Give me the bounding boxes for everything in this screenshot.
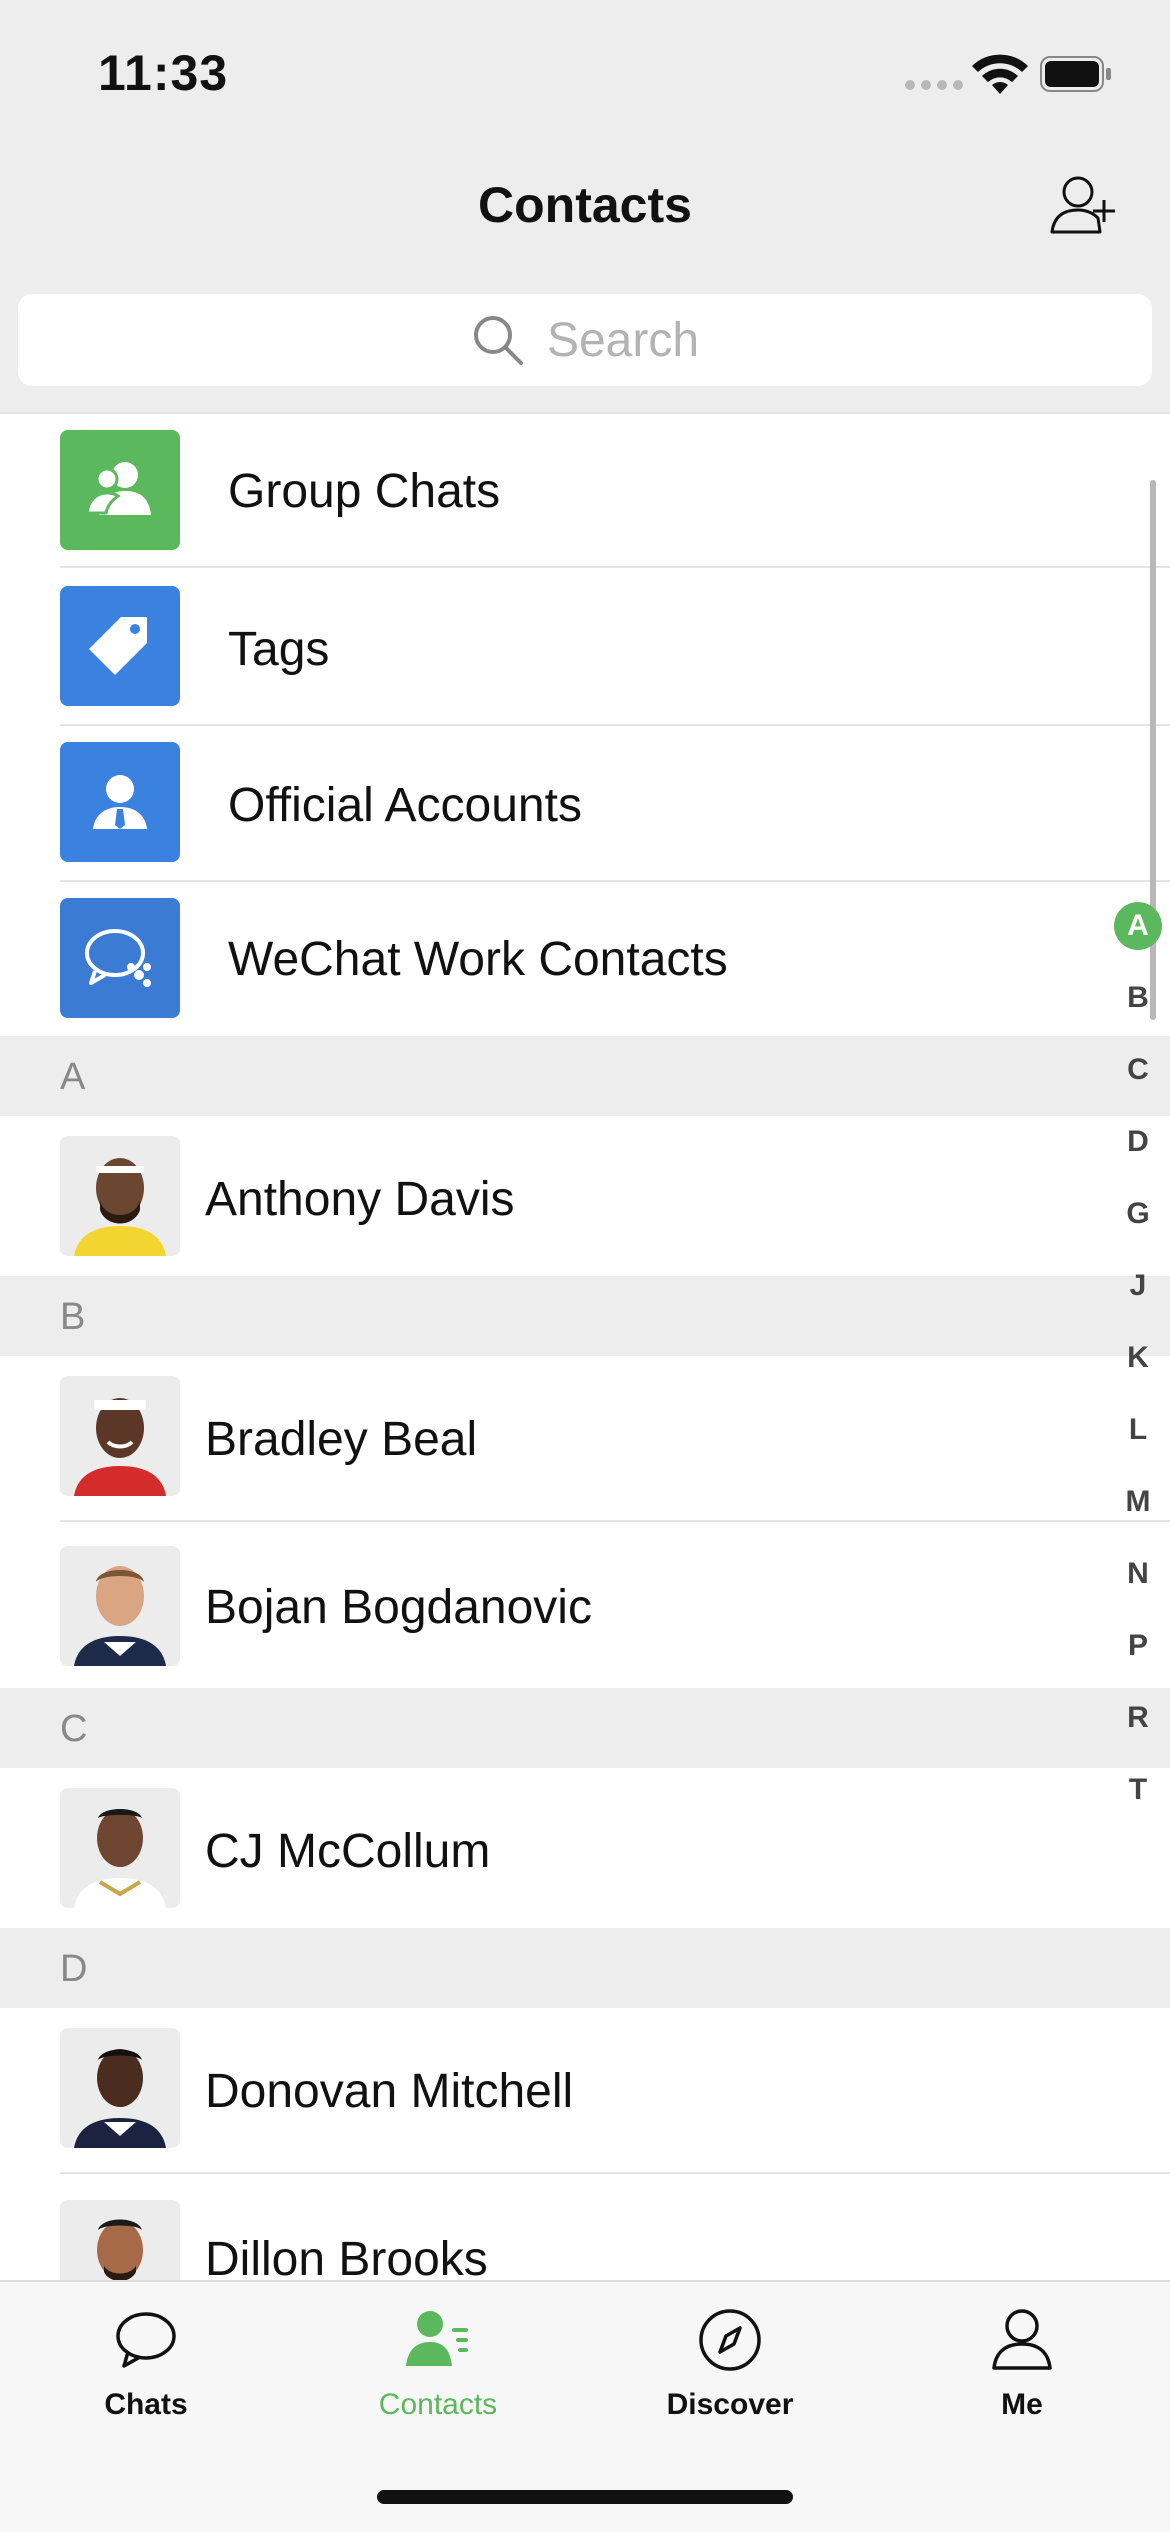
avatar <box>60 2200 180 2282</box>
index-letter-t[interactable]: T <box>1110 1754 1166 1826</box>
contact-name: CJ McCollum <box>205 1825 491 1878</box>
function-label: WeChat Work Contacts <box>228 933 728 986</box>
alphabet-index[interactable]: ABCDGJKLMNPRT <box>1110 890 1166 1826</box>
wechat-work-icon <box>60 898 180 1018</box>
avatar <box>60 2028 180 2148</box>
function-label: Official Accounts <box>228 779 582 832</box>
status-time: 11:33 <box>98 45 229 101</box>
search-icon <box>473 316 523 365</box>
tab-me[interactable]: Me <box>922 2306 1122 2422</box>
official-accounts-row[interactable]: Official Accounts <box>0 726 1170 882</box>
add-contact-icon[interactable] <box>1048 172 1120 238</box>
compass-icon <box>699 2309 761 2371</box>
tab-label: Contacts <box>378 2388 498 2421</box>
contacts-list[interactable]: Group Chats Tags Official Accounts WeCha… <box>0 412 1170 2282</box>
tab-label: Discover <box>666 2388 794 2421</box>
index-letter-n[interactable]: N <box>1110 1538 1166 1610</box>
contact-name: Dillon Brooks <box>205 2233 488 2282</box>
index-letter-l[interactable]: L <box>1110 1394 1166 1466</box>
index-letter-r[interactable]: R <box>1110 1682 1166 1754</box>
contact-name: Anthony Davis <box>205 1173 515 1226</box>
contact-name: Donovan Mitchell <box>205 2065 574 2118</box>
index-letter-active: A <box>1114 902 1162 950</box>
avatar <box>60 1788 180 1908</box>
index-letter-k[interactable]: K <box>1110 1322 1166 1394</box>
person-icon <box>992 2309 1052 2370</box>
page-title: Contacts <box>478 177 692 233</box>
contacts-icon <box>406 2311 468 2366</box>
tab-contacts[interactable]: Contacts <box>338 2306 538 2422</box>
contact-row[interactable]: CJ McCollum <box>0 1768 1170 1928</box>
divider <box>60 566 1170 568</box>
search-placeholder: Search <box>546 313 700 367</box>
contact-name: Bojan Bogdanovic <box>205 1581 592 1634</box>
index-letter-j[interactable]: J <box>1110 1250 1166 1322</box>
index-letter-m[interactable]: M <box>1110 1466 1166 1538</box>
search-input[interactable]: Search <box>18 294 1152 386</box>
section-header-d: D <box>0 1928 1170 2008</box>
group-chats-icon <box>60 430 180 550</box>
contact-row[interactable]: Bojan Bogdanovic <box>0 1522 1170 1688</box>
contact-row[interactable]: Anthony Davis <box>0 1116 1170 1276</box>
index-letter-c[interactable]: C <box>1110 1034 1166 1106</box>
index-letter-p[interactable]: P <box>1110 1610 1166 1682</box>
tags-row[interactable]: Tags <box>0 570 1170 726</box>
wechat-work-contacts-row[interactable]: WeChat Work Contacts <box>0 882 1170 1036</box>
function-label: Group Chats <box>228 465 501 518</box>
tag-icon <box>60 586 180 706</box>
section-header-b: B <box>0 1276 1170 1356</box>
status-bar: 11:33 <box>0 0 1170 140</box>
contact-name: Bradley Beal <box>205 1413 478 1466</box>
section-header-c: C <box>0 1688 1170 1768</box>
tab-chats[interactable]: Chats <box>46 2306 246 2422</box>
contact-row[interactable]: Donovan Mitchell <box>0 2008 1170 2174</box>
index-letter-d[interactable]: D <box>1110 1106 1166 1178</box>
home-indicator[interactable] <box>377 2490 793 2504</box>
tab-label: Me <box>1001 2388 1043 2421</box>
chat-bubble-icon <box>116 2312 176 2368</box>
tab-discover[interactable]: Discover <box>630 2306 830 2422</box>
contact-row[interactable]: Bradley Beal <box>0 1356 1170 1522</box>
cellular-signal-icon <box>905 80 963 90</box>
index-letter-b[interactable]: B <box>1110 962 1166 1034</box>
tab-label: Chats <box>104 2388 188 2421</box>
battery-icon <box>1040 56 1111 92</box>
wifi-icon <box>972 54 1028 94</box>
index-letter-a[interactable]: A <box>1110 890 1166 962</box>
avatar <box>60 1546 180 1666</box>
index-letter-g[interactable]: G <box>1110 1178 1166 1250</box>
official-accounts-icon <box>60 742 180 862</box>
section-header-a: A <box>0 1036 1170 1116</box>
contact-row[interactable]: Dillon Brooks <box>0 2174 1170 2282</box>
avatar <box>60 1376 180 1496</box>
avatar <box>60 1136 180 1256</box>
function-label: Tags <box>228 623 330 676</box>
group-chats-row[interactable]: Group Chats <box>0 414 1170 568</box>
